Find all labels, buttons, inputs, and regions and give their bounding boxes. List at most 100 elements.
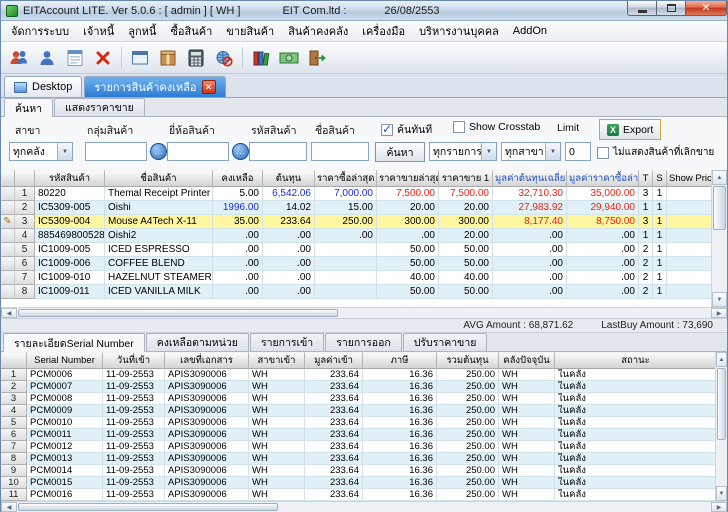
serial-cell[interactable]: ในคลัง <box>555 393 715 405</box>
branch-select[interactable]: ทุกคลัง ▼ <box>9 142 73 161</box>
serial-cell[interactable]: PCM0012 <box>27 441 103 453</box>
serial-cell[interactable]: PCM0013 <box>27 453 103 465</box>
tab-search[interactable]: ค้นหา <box>4 98 54 117</box>
inventory-cell[interactable]: .00 <box>493 271 567 285</box>
inventory-cell[interactable]: 7,500.00 <box>439 187 493 201</box>
maximize-button[interactable] <box>656 1 685 16</box>
column-header[interactable]: มูลค่าต้นทุนเฉลี่ย <box>493 170 567 187</box>
inventory-cell[interactable] <box>667 187 711 201</box>
inventory-vscroll-thumb[interactable] <box>713 186 726 230</box>
inventory-cell[interactable]: ICED VANILLA MILK <box>105 285 213 299</box>
serial-cell[interactable]: 11-09-2553 <box>103 441 165 453</box>
serial-cell[interactable]: APIS3090006 <box>165 369 249 381</box>
serial-cell[interactable]: 11-09-2553 <box>103 477 165 489</box>
scroll-down-icon[interactable]: ▼ <box>712 292 727 307</box>
serial-cell[interactable]: 233.64 <box>305 489 363 501</box>
serial-row[interactable]: 5 PCM0010 11-09-2553 APIS3090006 WH 233.64 16.… <box>1 417 715 429</box>
serial-cell[interactable]: 250.00 <box>437 405 499 417</box>
inventory-cell[interactable]: 2 <box>639 243 653 257</box>
serial-cell[interactable]: 250.00 <box>437 381 499 393</box>
serial-row[interactable]: 1 PCM0006 11-09-2553 APIS3090006 WH 233.64 16.… <box>1 369 715 381</box>
serial-cell[interactable]: 250.00 <box>437 429 499 441</box>
inventory-cell[interactable]: 8,750.00 <box>567 215 639 229</box>
inventory-cell[interactable]: 15.00 <box>315 201 377 215</box>
column-header[interactable]: มูลค่าราคาซื้อล่าสุด <box>567 170 639 187</box>
branch-filter-select[interactable]: ทุกสาขา ▼ <box>501 142 561 161</box>
inventory-cell[interactable]: 50.00 <box>377 285 439 299</box>
code-input[interactable] <box>249 142 307 161</box>
serial-cell[interactable]: WH <box>499 465 555 477</box>
serial-cell[interactable]: 11-09-2553 <box>103 393 165 405</box>
inventory-cell[interactable] <box>667 215 711 229</box>
scroll-right-icon[interactable]: ▶ <box>711 308 727 318</box>
column-header[interactable]: คงเหลือ <box>213 170 263 187</box>
serial-cell[interactable]: PCM0015 <box>27 477 103 489</box>
inventory-cell[interactable]: 35,000.00 <box>567 187 639 201</box>
serial-cell[interactable]: APIS3090006 <box>165 405 249 417</box>
serial-cell[interactable]: ในคลัง <box>555 381 715 393</box>
globe-blocked-icon[interactable] <box>210 45 238 71</box>
serial-cell[interactable]: APIS3090006 <box>165 381 249 393</box>
books-icon[interactable] <box>247 45 275 71</box>
inventory-cell[interactable]: 35.00 <box>213 215 263 229</box>
inventory-cell[interactable] <box>315 243 377 257</box>
serial-row[interactable]: 10 PCM0015 11-09-2553 APIS3090006 WH 233.64 16… <box>1 477 715 489</box>
inventory-cell[interactable]: 1 <box>639 201 653 215</box>
serial-cell[interactable]: 233.64 <box>305 417 363 429</box>
serial-row[interactable]: 7 PCM0012 11-09-2553 APIS3090006 WH 233.64 16.… <box>1 441 715 453</box>
serial-hscroll-thumb[interactable] <box>18 503 278 511</box>
serial-cell[interactable]: 11-09-2553 <box>103 489 165 501</box>
serial-cell[interactable]: WH <box>249 393 305 405</box>
items-filter-select[interactable]: ทุกรายการ ▼ <box>429 142 497 161</box>
inventory-cell[interactable] <box>667 271 711 285</box>
menu-item[interactable]: สินค้าคงคลัง <box>281 21 355 41</box>
inventory-cell[interactable]: 5.00 <box>213 187 263 201</box>
inventory-cell[interactable]: 50.00 <box>439 285 493 299</box>
serial-cell[interactable]: WH <box>249 477 305 489</box>
menu-item[interactable]: จัดการระบบ <box>4 21 76 41</box>
inventory-cell[interactable]: .00 <box>493 229 567 243</box>
detail-tab[interactable]: คงเหลือตามหน่วย <box>145 333 249 351</box>
serial-cell[interactable]: APIS3090006 <box>165 465 249 477</box>
serial-hscroll-track[interactable] <box>17 502 711 512</box>
inventory-cell[interactable]: 1996.00 <box>213 201 263 215</box>
serial-row[interactable]: 4 PCM0009 11-09-2553 APIS3090006 WH 233.64 16.… <box>1 405 715 417</box>
serial-cell[interactable]: 11-09-2553 <box>103 465 165 477</box>
inventory-cell[interactable]: 2 <box>639 285 653 299</box>
inventory-hscrollbar[interactable]: ◀ ▶ <box>1 307 727 318</box>
serial-cell[interactable]: 250.00 <box>437 489 499 501</box>
inventory-cell[interactable]: 7,500.00 <box>377 187 439 201</box>
column-header[interactable]: คลังปัจจุบัน <box>499 352 555 369</box>
inventory-cell[interactable]: .00 <box>263 229 315 243</box>
brand-browse-button[interactable]: … <box>232 143 249 160</box>
inventory-row[interactable]: 2 IC5309-005 Oishi 1996.00 14.02 15.00 20.00 20… <box>1 201 711 215</box>
serial-cell[interactable]: APIS3090006 <box>165 477 249 489</box>
group-browse-button[interactable]: … <box>150 143 167 160</box>
serial-cell[interactable]: WH <box>249 453 305 465</box>
menu-item[interactable]: เครื่องมือ <box>355 21 412 41</box>
serial-cell[interactable]: 250.00 <box>437 477 499 489</box>
serial-vscrollbar[interactable]: ▲ ▼ <box>715 352 727 501</box>
column-header[interactable]: รวมต้นทุน <box>437 352 499 369</box>
inventory-cell[interactable]: 8854698005289 <box>35 229 105 243</box>
column-header[interactable]: สถานะ <box>555 352 715 369</box>
inventory-cell[interactable]: 50.00 <box>439 257 493 271</box>
serial-cell[interactable]: 16.36 <box>363 381 437 393</box>
serial-cell[interactable]: 233.64 <box>305 453 363 465</box>
detail-tab[interactable]: รายการเข้า <box>249 333 325 351</box>
menu-item[interactable]: AddOn <box>506 24 554 38</box>
serial-cell[interactable]: WH <box>249 465 305 477</box>
inventory-cell[interactable]: 3 <box>639 187 653 201</box>
serial-cell[interactable]: WH <box>249 405 305 417</box>
inventory-cell[interactable]: .00 <box>213 243 263 257</box>
serial-cell[interactable]: PCM0007 <box>27 381 103 393</box>
scroll-up-icon[interactable]: ▲ <box>716 352 727 367</box>
column-header[interactable]: S <box>653 170 667 187</box>
inventory-cell[interactable]: 50.00 <box>377 243 439 257</box>
inventory-cell[interactable]: .00 <box>213 285 263 299</box>
inventory-cell[interactable] <box>315 285 377 299</box>
inventory-cell[interactable] <box>315 257 377 271</box>
inventory-cell[interactable]: 1 <box>653 187 667 201</box>
inventory-cell[interactable]: .00 <box>567 271 639 285</box>
inventory-cell[interactable] <box>667 229 711 243</box>
